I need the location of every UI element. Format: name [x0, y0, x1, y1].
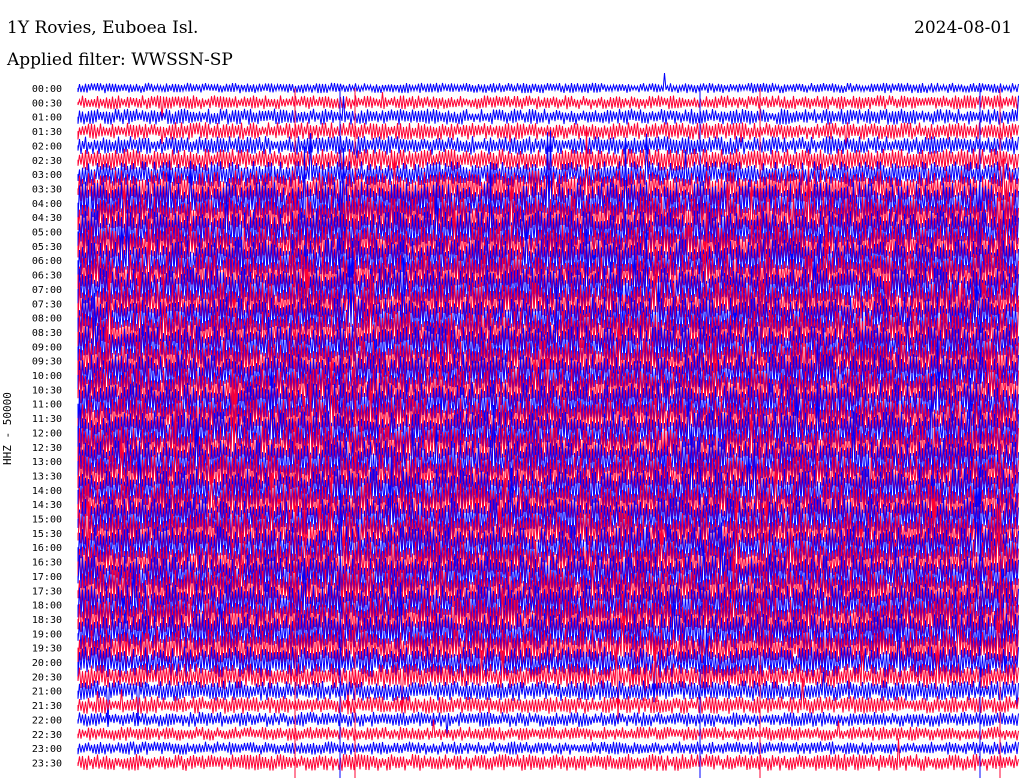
time-label: 22:00 [32, 715, 62, 726]
time-label: 08:30 [32, 328, 62, 339]
time-label: 17:00 [32, 572, 62, 583]
seismic-trace [77, 738, 1019, 771]
time-label: 21:30 [32, 701, 62, 712]
time-label: 06:00 [32, 256, 62, 267]
time-label: 09:30 [32, 357, 62, 368]
time-label: 15:30 [32, 529, 62, 540]
time-label: 00:00 [32, 84, 62, 95]
seismic-trace [77, 741, 1019, 755]
time-label: 07:00 [32, 285, 62, 296]
time-label: 13:00 [32, 457, 62, 468]
time-label: 02:00 [32, 141, 62, 152]
time-label: 04:00 [32, 199, 62, 210]
time-label: 02:30 [32, 156, 62, 167]
time-label: 03:30 [32, 184, 62, 195]
time-label: 10:30 [32, 385, 62, 396]
time-label: 13:30 [32, 471, 62, 482]
time-label: 18:30 [32, 615, 62, 626]
time-label: 09:00 [32, 342, 62, 353]
time-label: 18:00 [32, 601, 62, 612]
time-label-group: 00:00 00:30 01:00 01:30 02:00 02:30 03:00 03:30… [32, 84, 62, 769]
time-label: 05:30 [32, 242, 62, 253]
time-label: 12:30 [32, 443, 62, 454]
time-label: 11:30 [32, 414, 62, 425]
time-label: 04:30 [32, 213, 62, 224]
time-label: 01:00 [32, 113, 62, 124]
time-label: 14:00 [32, 486, 62, 497]
time-label: 10:00 [32, 371, 62, 382]
time-label: 23:00 [32, 744, 62, 755]
time-label: 05:00 [32, 228, 62, 239]
time-label: 15:00 [32, 515, 62, 526]
time-label: 16:00 [32, 543, 62, 554]
helicorder-plot: 00:00 00:30 01:00 01:30 02:00 02:30 03:00 03:30… [32, 73, 1019, 778]
time-label: 08:00 [32, 314, 62, 325]
time-label: 03:00 [32, 170, 62, 181]
trace-group [77, 73, 1019, 778]
time-label: 07:30 [32, 299, 62, 310]
time-label: 21:00 [32, 687, 62, 698]
time-label: 20:00 [32, 658, 62, 669]
time-label: 16:30 [32, 558, 62, 569]
time-label: 22:30 [32, 730, 62, 741]
time-label: 19:00 [32, 629, 62, 640]
time-label: 20:30 [32, 672, 62, 683]
time-label: 00:30 [32, 98, 62, 109]
time-label: 12:00 [32, 428, 62, 439]
time-label: 06:30 [32, 271, 62, 282]
time-label: 01:30 [32, 127, 62, 138]
time-label: 14:30 [32, 500, 62, 511]
time-label: 11:00 [32, 400, 62, 411]
time-label: 19:30 [32, 644, 62, 655]
time-label: 23:30 [32, 758, 62, 769]
time-label: 17:30 [32, 586, 62, 597]
seismic-trace [77, 73, 1019, 94]
